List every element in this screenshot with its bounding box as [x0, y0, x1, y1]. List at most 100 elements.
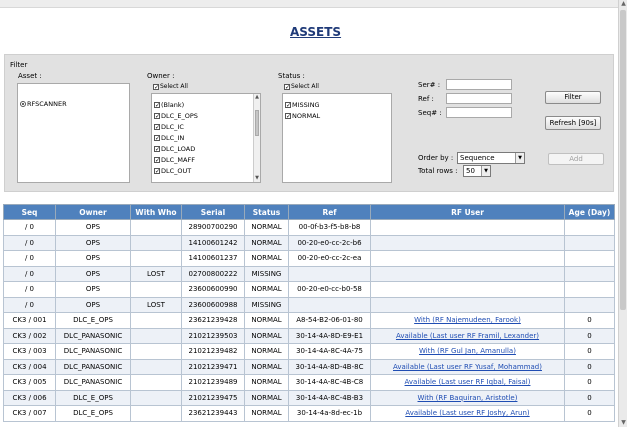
owner-option[interactable]: ✓ DLC_MAFF	[152, 154, 260, 165]
chevron-down-icon[interactable]: ▼	[481, 166, 490, 176]
table-cell: MISSING	[244, 296, 289, 313]
scroll-down-icon[interactable]: ▼	[254, 175, 260, 182]
scrollbar-thumb[interactable]	[255, 110, 259, 136]
owner-listbox-scrollbar[interactable]: ▲ ▼	[253, 94, 260, 182]
radio-selected-icon[interactable]	[20, 100, 26, 107]
owner-select-all[interactable]: ✓ Select All	[151, 82, 188, 91]
rf-user-link[interactable]: Available (Last user RF Yusaf, Mohammad)	[370, 358, 565, 375]
table-cell: 23621239428	[181, 312, 245, 329]
table-cell: 30-14-4A-8C-4A-75	[288, 343, 371, 360]
table-row[interactable]: / 0 OPS 23600600990 NORMAL 00-20-e0-cc-b0-58	[3, 281, 615, 298]
scroll-up-icon[interactable]: ▲	[620, 0, 627, 8]
table-row[interactable]: / 0 OPS 28900700290 NORMAL 00-0f-b3-f5-b8-b8	[3, 219, 615, 236]
rf-user-link[interactable]: With (RF Baquiran, Aristotle)	[370, 389, 565, 406]
table-cell: 30-14-4a-8d-ec-1b	[288, 405, 371, 422]
table-cell	[130, 343, 182, 360]
total-rows-select[interactable]: 50 ▼	[463, 165, 491, 177]
owner-option[interactable]: ✓ DLC_IC	[152, 121, 260, 132]
owner-option[interactable]: ✓ DLC_IN	[152, 132, 260, 143]
column-header[interactable]: Serial	[181, 204, 245, 220]
seq-input[interactable]	[446, 107, 512, 118]
table-row[interactable]: CK3 / 002 DLC_PANASONIC 21021239503 NORMAL 3…	[3, 327, 615, 344]
table-row[interactable]: / 0 OPS LOST 02700800222 MISSING	[3, 265, 615, 282]
rf-user-link	[370, 281, 565, 298]
column-header[interactable]: Ref	[288, 204, 371, 220]
checkbox-checked-icon[interactable]: ✓	[154, 112, 160, 119]
status-option[interactable]: ✓ MISSING	[283, 99, 391, 110]
table-cell: / 0	[3, 250, 56, 267]
table-row[interactable]: CK3 / 001 DLC_E_OPS 23621239428 NORMAL A8-54…	[3, 312, 615, 329]
ref-label: Ref :	[418, 95, 434, 103]
table-cell: 00-20-e0-cc-2c-b6	[288, 234, 371, 251]
column-header[interactable]: RF User	[370, 204, 565, 220]
ref-input[interactable]	[446, 93, 512, 104]
rf-user-link[interactable]: With (RF Gul Jan, Amanulla)	[370, 343, 565, 360]
filter-panel: Filter Asset : RFSCANNER Owner : ✓ Select…	[4, 54, 614, 192]
table-cell: DLC_PANASONIC	[55, 327, 131, 344]
checkbox-checked-icon[interactable]: ✓	[285, 101, 291, 108]
rf-user-link[interactable]: Available (Last user RF Iqbal, Faisal)	[370, 374, 565, 391]
table-cell: / 0	[3, 265, 56, 282]
checkbox-checked-icon[interactable]: ✓	[285, 112, 291, 119]
checkbox-checked-icon[interactable]: ✓	[154, 145, 160, 152]
table-cell	[288, 296, 371, 313]
table-cell: DLC_E_OPS	[55, 389, 131, 406]
owner-option[interactable]: ✓ DLC_E_OPS	[152, 110, 260, 121]
table-cell: NORMAL	[244, 281, 289, 298]
scrollbar-thumb[interactable]	[620, 10, 626, 310]
add-button[interactable]: Add	[548, 153, 604, 165]
table-row[interactable]: CK3 / 006 DLC_E_OPS 21021239475 NORMAL 30-14…	[3, 389, 615, 406]
table-cell	[564, 250, 615, 267]
chevron-down-icon[interactable]: ▼	[515, 153, 524, 163]
ser-input[interactable]	[446, 79, 512, 90]
column-header[interactable]: Age (Day)	[564, 204, 615, 220]
checkbox-checked-icon[interactable]: ✓	[154, 101, 160, 108]
table-cell: 23600600988	[181, 296, 245, 313]
scroll-down-icon[interactable]: ▼	[620, 419, 627, 427]
rf-user-link[interactable]: Available (Last user RF Framil, Lexander…	[370, 327, 565, 344]
status-select-all[interactable]: ✓ Select All	[282, 82, 319, 91]
filter-button[interactable]: Filter	[545, 91, 601, 104]
table-row[interactable]: / 0 OPS 14100601242 NORMAL 00-20-e0-cc-2c-b6	[3, 234, 615, 251]
table-row[interactable]: CK3 / 004 DLC_PANASONIC 21021239471 NORMAL 3…	[3, 358, 615, 375]
status-option[interactable]: ✓ NORMAL	[283, 110, 391, 121]
owner-option[interactable]: ✓ DLC_OUT	[152, 165, 260, 176]
table-cell	[564, 219, 615, 236]
table-cell: OPS	[55, 296, 131, 313]
checkbox-checked-icon[interactable]: ✓	[153, 83, 159, 90]
table-row[interactable]: / 0 OPS LOST 23600600988 MISSING	[3, 296, 615, 313]
owner-option[interactable]: ✓ (Blank)	[152, 99, 260, 110]
asset-listbox[interactable]: RFSCANNER	[17, 83, 130, 183]
checkbox-checked-icon[interactable]: ✓	[154, 134, 160, 141]
checkbox-checked-icon[interactable]: ✓	[154, 156, 160, 163]
table-row[interactable]: CK3 / 005 DLC_PANASONIC 21021239489 NORMAL 3…	[3, 374, 615, 391]
asset-option[interactable]: RFSCANNER	[18, 98, 129, 109]
table-row[interactable]: CK3 / 003 DLC_PANASONIC 21021239482 NORMAL 3…	[3, 343, 615, 360]
column-header[interactable]: Seq	[3, 204, 56, 220]
table-cell: OPS	[55, 234, 131, 251]
column-header[interactable]: With Who	[130, 204, 182, 220]
page-scrollbar[interactable]: ▲ ▼	[618, 0, 627, 427]
owner-listbox[interactable]: ✓ (Blank) ✓ DLC_E_OPS ✓ DLC_IC ✓ DLC_IN ✓ DLC…	[151, 93, 261, 183]
table-row[interactable]: / 0 OPS 14100601237 NORMAL 00-20-e0-cc-2c-ea	[3, 250, 615, 267]
table-row[interactable]: CK3 / 007 DLC_E_OPS 23621239443 NORMAL 30-14…	[3, 405, 615, 422]
order-by-select[interactable]: Sequence ▼	[457, 152, 525, 164]
refresh-button[interactable]: Refresh [90s]	[545, 116, 601, 130]
table-cell: DLC_E_OPS	[55, 312, 131, 329]
column-header[interactable]: Owner	[55, 204, 131, 220]
rf-user-link[interactable]: Available (Last user RF Joshy, Arun)	[370, 405, 565, 422]
column-header[interactable]: Status	[244, 204, 289, 220]
table-cell: NORMAL	[244, 327, 289, 344]
table-cell: NORMAL	[244, 219, 289, 236]
checkbox-checked-icon[interactable]: ✓	[284, 83, 290, 90]
table-cell	[564, 265, 615, 282]
owner-option[interactable]: ✓ DLC_LOAD	[152, 143, 260, 154]
table-header-row: Seq Owner With Who Serial Status Ref RF …	[3, 204, 615, 220]
checkbox-checked-icon[interactable]: ✓	[154, 167, 160, 174]
rf-user-link	[370, 219, 565, 236]
checkbox-checked-icon[interactable]: ✓	[154, 123, 160, 130]
rf-user-link[interactable]: With (RF Najemudeen, Farook)	[370, 312, 565, 329]
status-listbox[interactable]: ✓ MISSING ✓ NORMAL	[282, 93, 392, 183]
scroll-up-icon[interactable]: ▲	[254, 94, 260, 101]
table-cell: 0	[564, 327, 615, 344]
